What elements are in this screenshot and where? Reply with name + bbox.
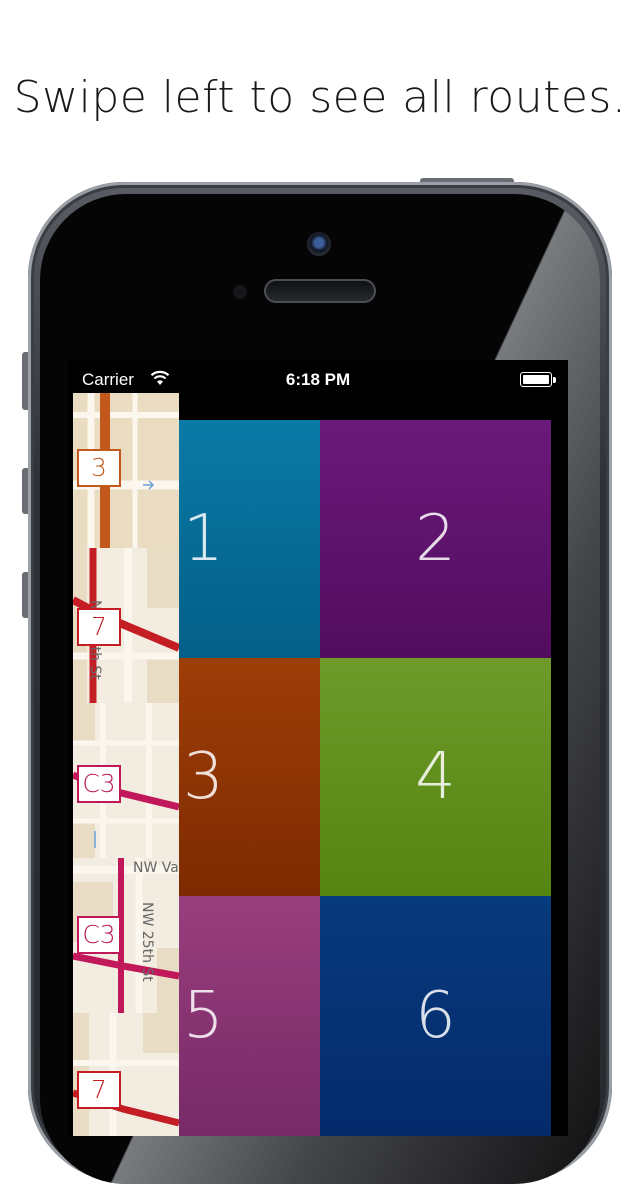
route-badge: C3: [77, 916, 121, 954]
route-badge: 7: [77, 1071, 121, 1109]
route-map-tile[interactable]: C3: [73, 703, 179, 858]
route-badge: C3: [77, 765, 121, 803]
street-label: NW 25th St: [139, 902, 155, 982]
route-tile-3[interactable]: 3: [179, 658, 320, 896]
earpiece-speaker: [264, 279, 376, 303]
route-tile-2[interactable]: 2: [320, 420, 551, 658]
proximity-sensor: [233, 285, 247, 299]
caption: Swipe left to see all routes.: [13, 72, 627, 123]
battery-icon: [520, 372, 552, 387]
route-map-strip[interactable]: 3 NW 25th St 7: [73, 393, 179, 1136]
route-tile-label: 3: [183, 740, 224, 814]
route-map-tile[interactable]: 7: [73, 1013, 179, 1136]
front-camera: [307, 232, 331, 256]
battery-tip: [553, 377, 556, 383]
route-tile-label: 2: [415, 502, 456, 576]
phone-screen: Carrier 6:18 PM 3 7 C3 NW Va NW 25th St …: [68, 360, 568, 1136]
route-tile-label: 6: [415, 979, 456, 1053]
route-tile-1[interactable]: 1: [179, 420, 320, 658]
street-label: NW Va: [133, 860, 179, 876]
route-tile-label: 4: [415, 740, 456, 814]
clock: 6:18 PM: [285, 370, 351, 389]
route-badge: 7: [77, 608, 121, 646]
route-tile-6[interactable]: 6: [320, 896, 551, 1136]
route-badge: 3: [77, 449, 121, 487]
route-map-tile[interactable]: NW Va NW 25th St C3: [73, 858, 179, 1013]
route-tile-5[interactable]: 5: [179, 896, 320, 1136]
route-tile-4[interactable]: 4: [320, 658, 551, 896]
route-map-tile[interactable]: NW 25th St 7: [73, 548, 179, 703]
route-tile-label: 5: [183, 979, 224, 1053]
route-map-tile[interactable]: 3: [73, 393, 179, 548]
route-tile-label: 1: [183, 502, 224, 576]
route-grid: 1 2 3 4 5 6: [179, 420, 551, 1136]
